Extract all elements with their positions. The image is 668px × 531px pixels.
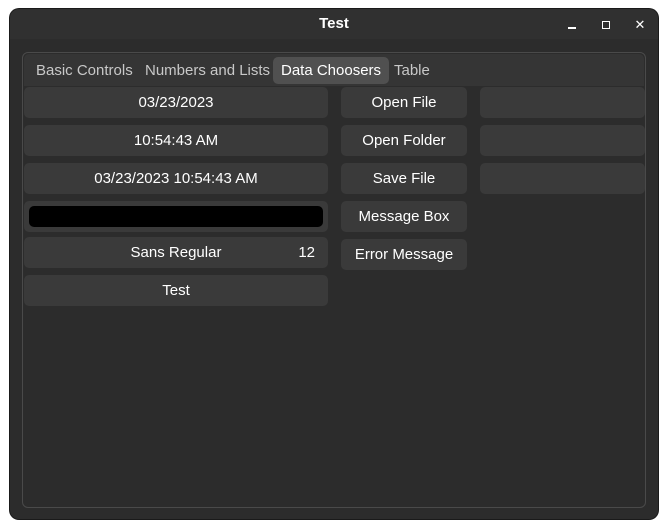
notebook: Basic Controls Numbers and Lists Data Ch… bbox=[22, 52, 646, 508]
date-chooser-button[interactable]: 03/23/2023 bbox=[24, 87, 328, 118]
tab-basic-controls[interactable]: Basic Controls bbox=[28, 57, 141, 84]
open-folder-button[interactable]: Open Folder bbox=[341, 125, 467, 156]
color-swatch bbox=[29, 206, 323, 227]
font-chooser-button[interactable]: Sans Regular 12 bbox=[24, 237, 328, 268]
color-chooser-button[interactable] bbox=[24, 201, 328, 232]
datetime-chooser-button[interactable]: 03/23/2023 10:54:43 AM bbox=[24, 163, 328, 194]
maximize-button[interactable] bbox=[597, 16, 615, 34]
minimize-button[interactable] bbox=[563, 16, 581, 34]
error-message-button[interactable]: Error Message bbox=[341, 239, 467, 270]
tab-table[interactable]: Table bbox=[386, 57, 438, 84]
font-family-label: Sans Regular bbox=[130, 244, 222, 261]
open-file-button[interactable]: Open File bbox=[341, 87, 467, 118]
save-file-button[interactable]: Save File bbox=[341, 163, 467, 194]
title-bar[interactable]: Test ✕ bbox=[10, 9, 658, 39]
maximize-icon bbox=[602, 21, 610, 29]
open-file-result-field[interactable] bbox=[480, 87, 645, 118]
window-title: Test bbox=[319, 15, 349, 32]
save-file-result-field[interactable] bbox=[480, 163, 645, 194]
app-window: Test ✕ Basic Controls Numbers and Lists … bbox=[10, 9, 658, 519]
font-size-label: 12 bbox=[298, 244, 315, 261]
minimize-icon bbox=[568, 27, 576, 29]
open-folder-result-field[interactable] bbox=[480, 125, 645, 156]
time-chooser-button[interactable]: 10:54:43 AM bbox=[24, 125, 328, 156]
tab-bar: Basic Controls Numbers and Lists Data Ch… bbox=[24, 54, 644, 86]
tab-numbers-and-lists[interactable]: Numbers and Lists bbox=[137, 57, 278, 84]
test-button[interactable]: Test bbox=[24, 275, 328, 306]
close-button[interactable]: ✕ bbox=[631, 16, 649, 34]
tab-data-choosers[interactable]: Data Choosers bbox=[273, 57, 390, 84]
message-box-button[interactable]: Message Box bbox=[341, 201, 467, 232]
close-icon: ✕ bbox=[634, 17, 646, 32]
